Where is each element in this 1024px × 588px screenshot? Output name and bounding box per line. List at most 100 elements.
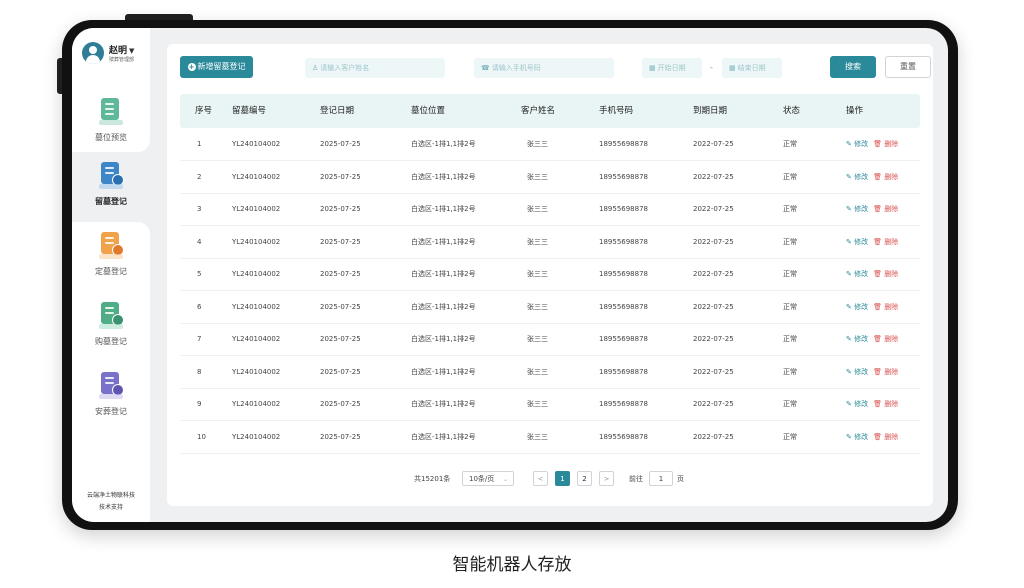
table-cell: 18955698878 xyxy=(599,270,648,278)
row-actions: ✎ 修改 🗑 删除 xyxy=(846,291,898,323)
pencil-icon: ✎ xyxy=(846,400,852,408)
table-cell: 2022-07-25 xyxy=(693,205,734,213)
user-menu[interactable]: 赵明 ▼ 殡葬管理部 xyxy=(82,42,148,70)
column-header: 序号 xyxy=(195,106,213,116)
main-panel: + 新增留墓登记 ♙ 请输入客户姓名 ☎ 请输入手机号码 ▦ 开始日期 - ▦ 结束日期 … xyxy=(167,44,933,506)
table-row: 3 YL240104002 2025-07-25 白选区-1排1,1排2号 张三三 189… xyxy=(180,193,920,226)
table-cell: 张三三 xyxy=(527,367,548,376)
end-date-input[interactable]: ▦ 结束日期 xyxy=(722,58,782,78)
table-cell: 白选区-1排1,1排2号 xyxy=(411,205,476,213)
prev-page-button[interactable]: < xyxy=(533,471,548,486)
edit-button[interactable]: ✎ 修改 xyxy=(846,368,868,376)
table-cell: YL240104002 xyxy=(232,140,281,148)
page-1-button[interactable]: 1 xyxy=(555,471,570,486)
user-name: 赵明 ▼ xyxy=(109,46,135,56)
table-cell: 18955698878 xyxy=(599,140,648,148)
user-icon: ♙ xyxy=(312,64,319,72)
delete-button[interactable]: 🗑 删除 xyxy=(873,140,898,148)
table-cell: 白选区-1排1,1排2号 xyxy=(411,140,476,148)
caption: 智能机器人存放 xyxy=(452,555,572,575)
table-cell: 2022-07-25 xyxy=(693,400,734,408)
goto-page-input[interactable]: 1 xyxy=(649,471,673,486)
edit-button[interactable]: ✎ 修改 xyxy=(846,238,868,246)
table-cell: 2025-07-25 xyxy=(320,205,361,213)
table-row: 6 YL240104002 2025-07-25 白选区-1排1,1排2号 张三三 189… xyxy=(180,291,920,324)
edit-button[interactable]: ✎ 修改 xyxy=(846,270,868,278)
delete-button[interactable]: 🗑 删除 xyxy=(873,270,898,278)
edit-button[interactable]: ✎ 修改 xyxy=(846,433,868,441)
delete-button[interactable]: 🗑 删除 xyxy=(873,433,898,441)
table-cell: YL240104002 xyxy=(232,237,281,246)
delete-button[interactable]: 🗑 删除 xyxy=(873,173,898,181)
table-cell: 5 xyxy=(197,270,202,278)
sidebar-item-reserve[interactable]: 留墓登记 xyxy=(72,140,150,234)
table-cell: 2 xyxy=(197,172,202,181)
table-cell: 张三三 xyxy=(527,270,548,278)
table-cell: 18955698878 xyxy=(599,335,648,343)
table-cell: 2025-07-25 xyxy=(320,237,361,246)
trash-icon: 🗑 xyxy=(873,172,882,181)
delete-button[interactable]: 🗑 删除 xyxy=(873,400,898,408)
table-cell: 2022-07-25 xyxy=(693,140,734,148)
edit-button[interactable]: ✎ 修改 xyxy=(846,140,868,148)
add-reservation-button[interactable]: + 新增留墓登记 xyxy=(180,56,253,78)
pencil-icon: ✎ xyxy=(846,432,852,441)
table-row: 4 YL240104002 2025-07-25 白选区-1排1,1排2号 张三三 189… xyxy=(180,226,920,259)
table-cell: 2025-07-25 xyxy=(320,432,361,441)
table-cell: 2025-07-25 xyxy=(320,140,361,148)
sidebar-item-book[interactable]: 定墓登记 xyxy=(72,222,150,292)
column-header: 留墓编号 xyxy=(232,106,267,116)
table-cell: 2025-07-25 xyxy=(320,400,361,408)
pencil-icon: ✎ xyxy=(846,335,852,343)
table-cell: 正常 xyxy=(783,335,797,343)
table-cell: 正常 xyxy=(783,400,797,408)
document-person-icon xyxy=(99,372,124,400)
table-cell: 白选区-1排1,1排2号 xyxy=(411,302,476,311)
table-cell: 2025-07-25 xyxy=(320,335,361,343)
sidebar-item-burial[interactable]: 安葬登记 xyxy=(72,362,150,432)
table-cell: 正常 xyxy=(783,367,797,376)
trash-icon: 🗑 xyxy=(873,302,882,311)
reset-button[interactable]: 重置 xyxy=(885,56,931,78)
edit-button[interactable]: ✎ 修改 xyxy=(846,303,868,311)
delete-button[interactable]: 🗑 删除 xyxy=(873,238,898,246)
table-cell: 1 xyxy=(197,140,202,148)
edit-button[interactable]: ✎ 修改 xyxy=(846,173,868,181)
table-cell: 2025-07-25 xyxy=(320,302,361,311)
table-cell: 张三三 xyxy=(527,432,548,441)
pagination: 共15201条 10条/页 ⌄ < 1 2 > 前往 1 页 xyxy=(167,470,933,488)
delete-button[interactable]: 🗑 删除 xyxy=(873,335,898,343)
sidebar-item-label: 购墓登记 xyxy=(95,337,127,346)
page-size-select[interactable]: 10条/页 ⌄ xyxy=(462,471,514,486)
table-cell: 正常 xyxy=(783,432,797,441)
start-date-input[interactable]: ▦ 开始日期 xyxy=(642,58,702,78)
edit-button[interactable]: ✎ 修改 xyxy=(846,335,868,343)
edit-button[interactable]: ✎ 修改 xyxy=(846,205,868,213)
delete-button[interactable]: 🗑 删除 xyxy=(873,303,898,311)
sidebar-item-label: 定墓登记 xyxy=(95,267,127,276)
customer-name-input[interactable]: ♙ 请输入客户姓名 xyxy=(305,58,445,78)
tech-support: 技术支持 xyxy=(98,504,123,511)
table-cell: 2022-07-25 xyxy=(693,432,734,441)
trash-icon: 🗑 xyxy=(873,237,882,246)
edit-button[interactable]: ✎ 修改 xyxy=(846,400,868,408)
table-cell: 正常 xyxy=(783,270,797,278)
table-cell: 2022-07-25 xyxy=(693,270,734,278)
next-page-button[interactable]: > xyxy=(599,471,614,486)
search-button[interactable]: 搜索 xyxy=(830,56,876,78)
table-row: 9 YL240104002 2025-07-25 白选区-1排1,1排2号 张三三 189… xyxy=(180,388,920,421)
trash-icon: 🗑 xyxy=(873,335,882,343)
page-2-button[interactable]: 2 xyxy=(577,471,592,486)
table-cell: YL240104002 xyxy=(232,302,281,311)
goto-suffix: 页 xyxy=(677,475,684,483)
delete-button[interactable]: 🗑 删除 xyxy=(873,205,898,213)
phone-input[interactable]: ☎ 请输入手机号码 xyxy=(474,58,614,78)
column-header: 操作 xyxy=(846,106,864,116)
column-header: 客户姓名 xyxy=(521,106,556,116)
trash-icon: 🗑 xyxy=(873,367,882,376)
sidebar-item-purchase[interactable]: 购墓登记 xyxy=(72,292,150,362)
table-cell: YL240104002 xyxy=(232,400,281,408)
table-cell: 9 xyxy=(197,400,202,408)
delete-button[interactable]: 🗑 删除 xyxy=(873,368,898,376)
table-row: 1 YL240104002 2025-07-25 白选区-1排1,1排2号 张三三 189… xyxy=(180,128,920,161)
